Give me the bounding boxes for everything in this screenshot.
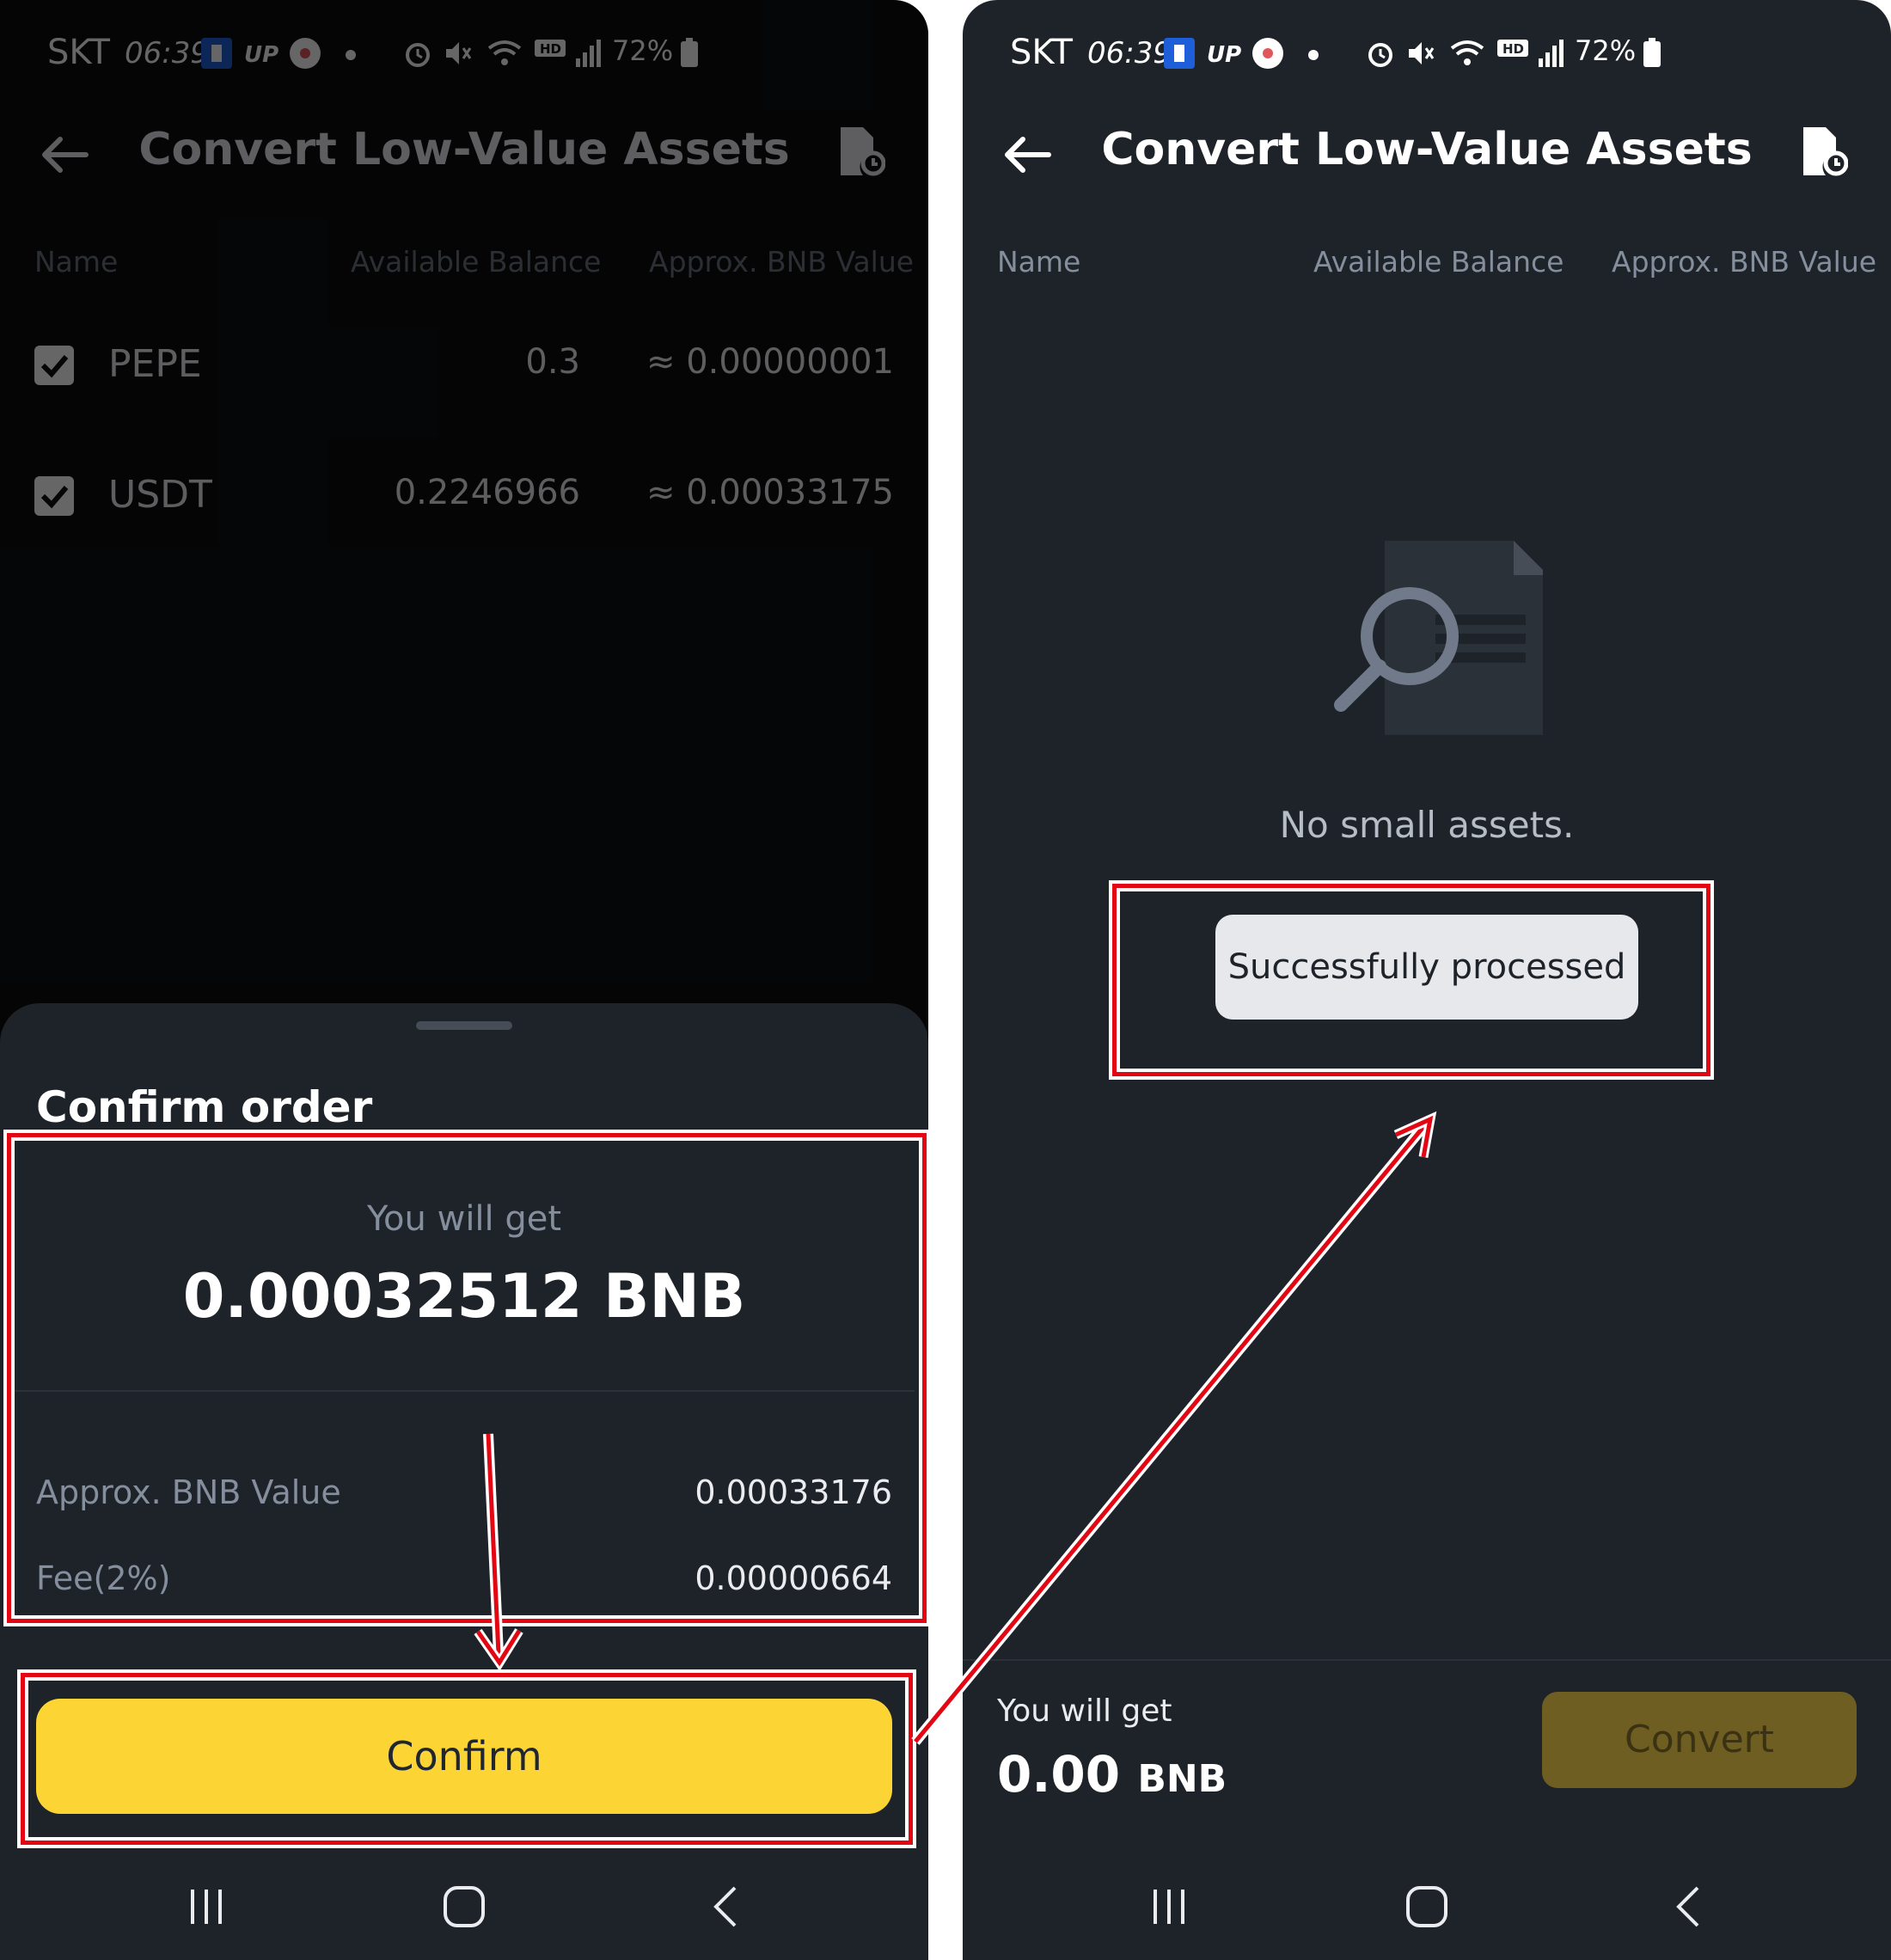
battery-percent: 72% (612, 34, 674, 67)
checkbox-checked[interactable] (34, 346, 74, 385)
bnb-amount: 0.00032512 BNB (182, 1261, 746, 1332)
asset-bnb-value: ≈ 0.00033175 (646, 473, 894, 512)
mute-icon (446, 42, 472, 64)
sheet-title: Confirm order (36, 1082, 373, 1132)
no-results-document-icon (1334, 541, 1543, 735)
hd-voice-icon: HD (535, 40, 566, 57)
alarm-icon (1368, 43, 1392, 67)
fee-label: Fee(2%) (36, 1559, 171, 1597)
column-approx-bnb: Approx. BNB Value (649, 245, 915, 279)
up-icon: UP (1207, 42, 1241, 68)
sheet-handle[interactable] (416, 1021, 512, 1030)
checkbox-checked[interactable] (34, 476, 74, 516)
approx-bnb-label: Approx. BNB Value (36, 1473, 341, 1511)
divider (12, 1390, 915, 1392)
column-name: Name (34, 245, 119, 279)
asset-name: PEPE (108, 342, 202, 386)
nav-bar (963, 1848, 1891, 1960)
left-screen: SKT 06:39 UP HD 72% Convert Low-Value As… (0, 0, 928, 1960)
signal-icon (1539, 40, 1564, 67)
carrier-label: SKT (1010, 33, 1073, 72)
back-nav-icon[interactable] (701, 1881, 752, 1932)
asset-name: USDT (108, 473, 212, 517)
approx-bnb-value: 0.00033176 (695, 1473, 892, 1511)
hd-voice-icon: HD (1497, 40, 1528, 57)
right-screen: SKT 06:39 UP HD 72% Convert Low-Value As… (963, 0, 1891, 1960)
app-notification-icon (201, 38, 232, 69)
column-available-balance: Available Balance (1313, 245, 1564, 279)
empty-state-text: No small assets. (1279, 804, 1575, 846)
svg-text:HD: HD (540, 41, 561, 57)
time-label: 06:39 (1087, 36, 1172, 70)
confirm-order-sheet: Confirm order You will get 0.00032512 BN… (0, 1003, 928, 1960)
bottom-summary-bar: You will get 0.00 BNB Convert (963, 1659, 1891, 1850)
column-name: Name (997, 245, 1081, 279)
bnb-amount: 0.00 BNB (997, 1745, 1227, 1804)
svg-text:HD: HD (1502, 41, 1524, 57)
top-bar: Convert Low-Value Assets (0, 112, 928, 224)
message-icon (290, 38, 321, 69)
history-doc-icon[interactable] (1800, 124, 1848, 179)
page-title: Convert Low-Value Assets (138, 124, 790, 175)
convert-button[interactable]: Convert (1542, 1692, 1857, 1788)
time-label: 06:39 (125, 36, 209, 70)
battery-percent: 72% (1575, 34, 1637, 67)
alarm-icon (406, 43, 430, 67)
wifi-icon (487, 40, 522, 65)
asset-row-usdt[interactable]: USDT 0.2246966 ≈ 0.00033175 (0, 457, 928, 543)
mute-icon (1409, 42, 1435, 64)
history-doc-icon[interactable] (837, 124, 885, 179)
battery-icon (1643, 38, 1661, 67)
confirm-button[interactable]: Confirm (36, 1699, 892, 1814)
svg-text:UP: UP (244, 42, 278, 68)
recent-apps-icon[interactable] (181, 1881, 232, 1932)
svg-text:UP: UP (1207, 42, 1241, 68)
you-will-get-label: You will get (997, 1694, 1172, 1729)
check-icon (40, 355, 69, 378)
status-bar: SKT 06:39 UP HD 72% (963, 0, 1891, 112)
wifi-icon (1450, 40, 1484, 65)
back-arrow-icon[interactable] (34, 129, 95, 181)
page-title: Convert Low-Value Assets (1101, 124, 1753, 175)
battery-icon (681, 38, 698, 67)
asset-balance: 0.2246966 (394, 473, 580, 512)
recent-apps-icon[interactable] (1143, 1881, 1195, 1932)
fee-value: 0.00000664 (695, 1559, 892, 1597)
home-icon[interactable] (438, 1881, 490, 1932)
asset-bnb-value: ≈ 0.00000001 (646, 342, 894, 382)
home-icon[interactable] (1401, 1881, 1453, 1932)
carrier-label: SKT (47, 33, 110, 72)
asset-balance: 0.3 (525, 342, 580, 382)
back-arrow-icon[interactable] (997, 129, 1057, 181)
column-approx-bnb: Approx. BNB Value (1612, 245, 1877, 279)
status-bar: SKT 06:39 UP HD 72% (0, 0, 928, 112)
message-icon (1252, 38, 1283, 69)
column-available-balance: Available Balance (351, 245, 602, 279)
top-bar: Convert Low-Value Assets (963, 112, 1891, 224)
dot-icon (1308, 50, 1319, 60)
signal-icon (576, 40, 601, 67)
success-toast: Successfully processed (1215, 915, 1638, 1020)
dot-icon (346, 50, 356, 60)
nav-bar (0, 1848, 928, 1960)
app-notification-icon (1164, 38, 1195, 69)
you-will-get-label: You will get (366, 1199, 562, 1239)
amount-unit: BNB (1137, 1757, 1227, 1801)
back-nav-icon[interactable] (1663, 1881, 1715, 1932)
up-icon: UP (244, 42, 278, 68)
asset-row-pepe[interactable]: PEPE 0.3 ≈ 0.00000001 (0, 327, 928, 413)
check-icon (40, 486, 69, 509)
amount-value: 0.00 (997, 1745, 1121, 1804)
